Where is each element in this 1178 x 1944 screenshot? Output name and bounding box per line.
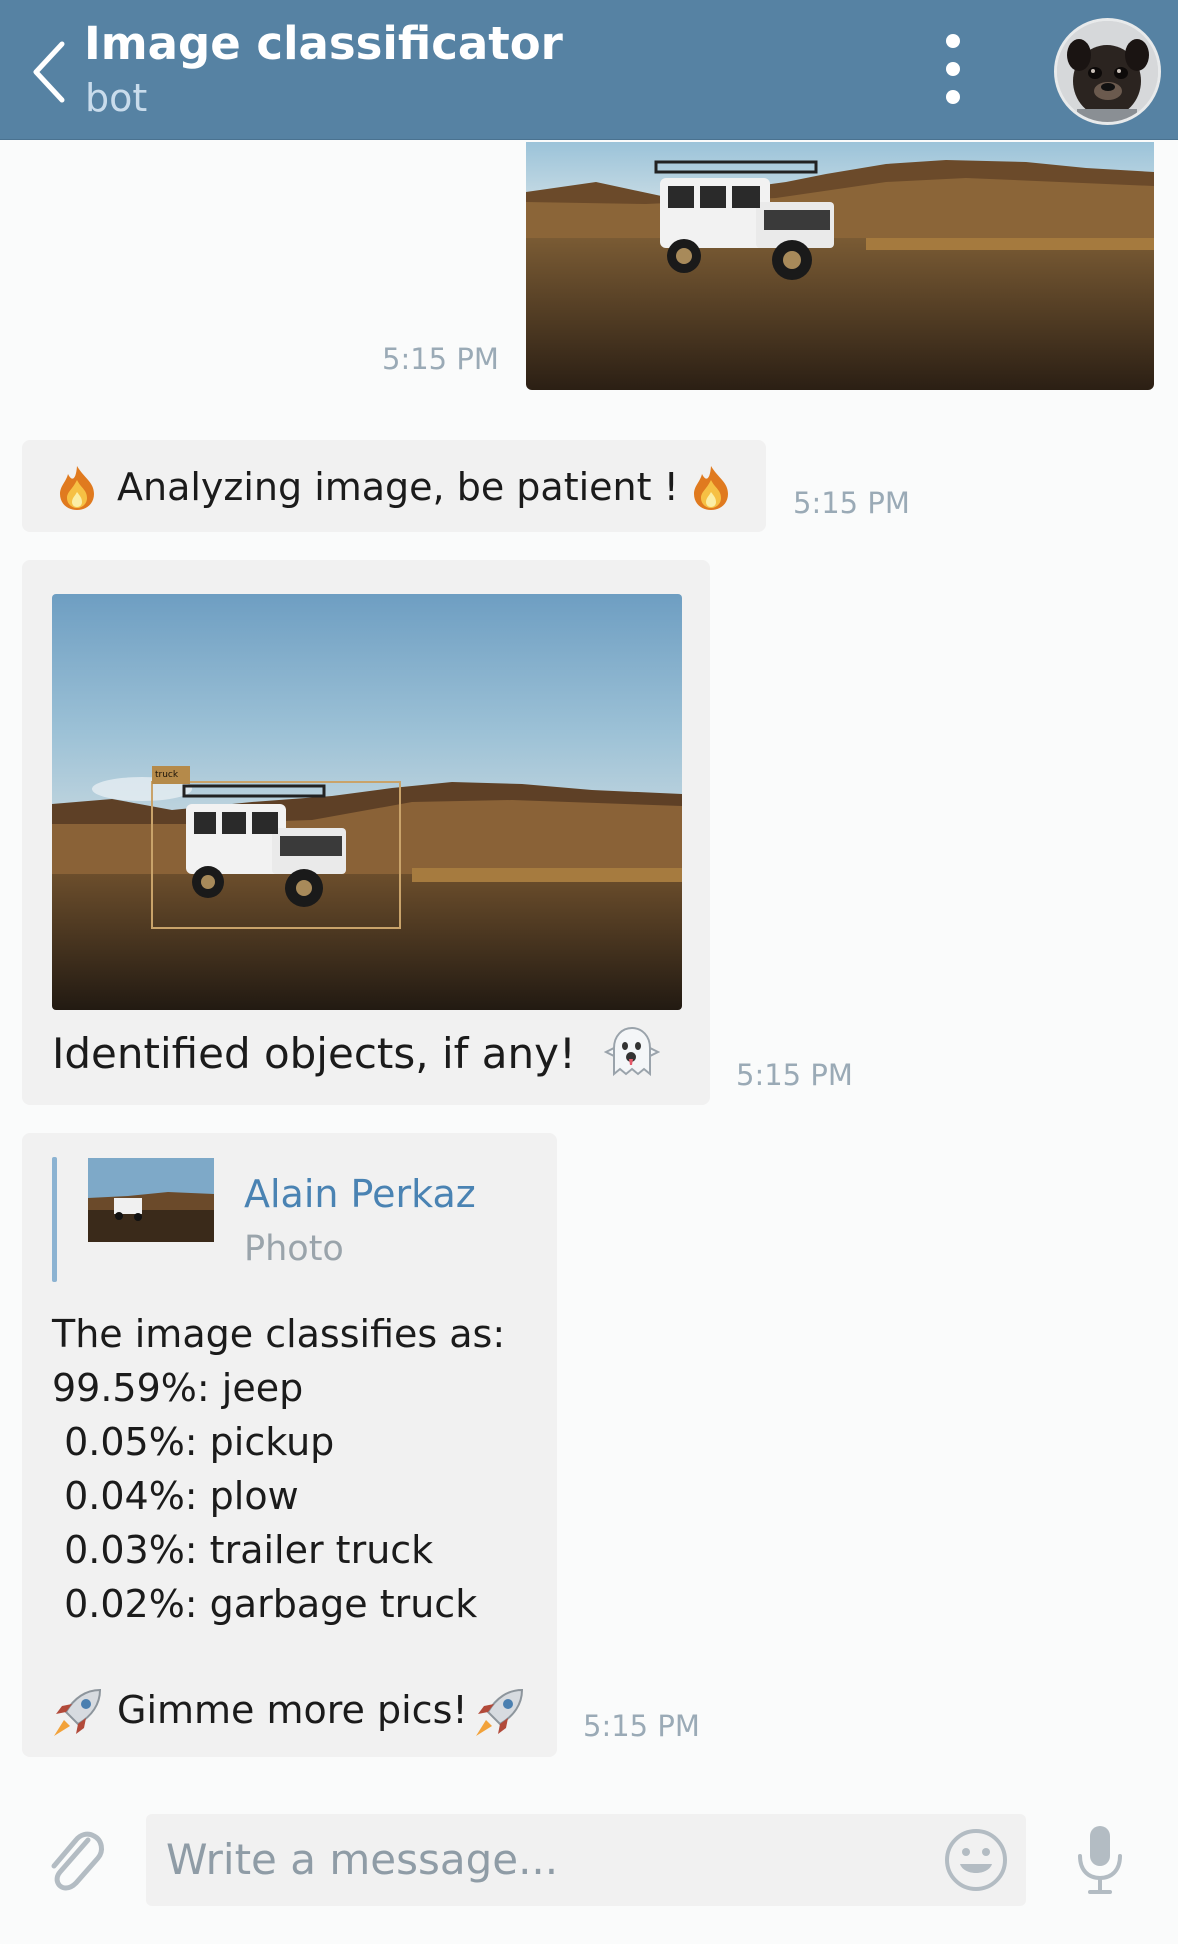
detection-label: truck — [155, 770, 179, 780]
paperclip-icon[interactable] — [44, 1826, 106, 1898]
fire-icon — [694, 466, 728, 510]
jeep-landscape-image — [52, 594, 682, 1010]
message-time: 5:15 PM — [583, 1709, 700, 1743]
microphone-icon[interactable] — [1072, 1822, 1128, 1902]
reply-thumbnail[interactable] — [88, 1158, 214, 1242]
reply-author[interactable]: Alain Perkaz — [244, 1170, 476, 1218]
chevron-left-icon[interactable] — [30, 40, 70, 104]
reply-type: Photo — [244, 1229, 344, 1269]
message-footer: Gimme more pics! — [117, 1688, 468, 1732]
classification-line: 0.05%: pickup — [52, 1420, 335, 1464]
annotated-photo[interactable]: truck — [52, 594, 682, 1010]
ghost-icon — [604, 1026, 660, 1077]
pug-avatar-icon — [1057, 21, 1158, 122]
reply-indicator-bar — [52, 1157, 57, 1282]
message-time: 5:15 PM — [736, 1058, 853, 1092]
fire-icon — [60, 466, 94, 510]
message-input-placeholder[interactable]: Write a message... — [166, 1834, 558, 1886]
classification-line: 0.04%: plow — [52, 1474, 299, 1518]
more-vertical-icon[interactable] — [936, 34, 970, 114]
message-caption: Identified objects, if any! — [52, 1029, 576, 1078]
classification-line: 99.59%: jeep — [52, 1366, 304, 1410]
chat-title[interactable]: Image classificator — [84, 14, 563, 74]
avatar[interactable] — [1054, 18, 1161, 125]
smiley-icon[interactable] — [942, 1826, 1010, 1894]
classification-line: 0.03%: trailer truck — [52, 1528, 434, 1572]
classification-line: The image classifies as: — [52, 1312, 506, 1356]
outgoing-photo[interactable] — [526, 142, 1154, 390]
message-time: 5:15 PM — [793, 486, 910, 520]
message-text: Analyzing image, be patient ! — [117, 465, 679, 509]
jeep-landscape-image — [526, 142, 1154, 390]
rocket-icon — [476, 1688, 524, 1736]
classification-line: 0.02%: garbage truck — [52, 1582, 478, 1626]
message-time: 5:15 PM — [382, 342, 499, 376]
jeep-thumbnail-image — [88, 1158, 214, 1242]
chat-header: Image classificator bot — [0, 0, 1178, 140]
rocket-icon — [54, 1688, 102, 1736]
chat-subtitle: bot — [85, 76, 148, 120]
